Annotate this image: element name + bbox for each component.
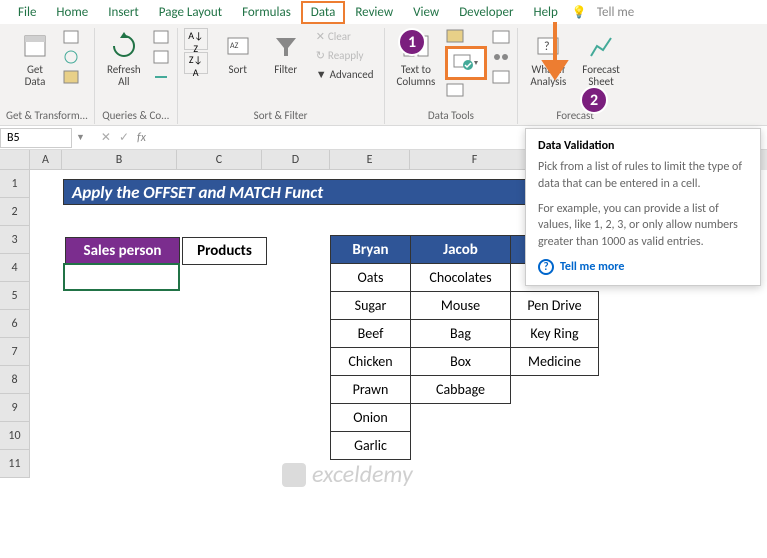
- queries-icon[interactable]: [151, 28, 171, 46]
- sort-za-icon[interactable]: Z↓A: [184, 52, 208, 74]
- cell[interactable]: Cabbage: [411, 376, 511, 404]
- watermark: exceldemy: [280, 460, 413, 489]
- callout-1: 1: [398, 28, 426, 56]
- group-label: Sort & Filter: [254, 109, 308, 124]
- callout-2: 2: [580, 86, 608, 114]
- group-label: Get & Transform...: [6, 109, 88, 124]
- clear-button[interactable]: ✕Clear: [312, 28, 378, 45]
- menu-insert[interactable]: Insert: [98, 1, 149, 24]
- enter-icon: ✓: [119, 130, 129, 145]
- cell[interactable]: [511, 404, 599, 432]
- cell[interactable]: Pen Drive: [511, 292, 599, 320]
- row-head[interactable]: 11: [0, 450, 30, 478]
- cell[interactable]: Mouse: [411, 292, 511, 320]
- arrow-icon: [540, 22, 570, 92]
- from-web-icon[interactable]: [61, 48, 81, 66]
- sort-az-icon[interactable]: A↓Z: [184, 28, 208, 50]
- reapply-button[interactable]: ↻Reapply: [312, 47, 378, 64]
- col-head[interactable]: A: [30, 150, 62, 170]
- row-head[interactable]: 9: [0, 394, 30, 422]
- group-label: Queries & Co...: [102, 109, 169, 124]
- row-head[interactable]: 3: [0, 226, 30, 254]
- cell[interactable]: Bag: [411, 320, 511, 348]
- editlinks-icon[interactable]: [151, 68, 171, 86]
- data-validation-tooltip: Data Validation Pick from a list of rule…: [525, 128, 761, 286]
- cell[interactable]: Key Ring: [511, 320, 599, 348]
- menu-page-layout[interactable]: Page Layout: [149, 1, 232, 24]
- cell[interactable]: Box: [411, 348, 511, 376]
- help-icon: ?: [538, 259, 554, 275]
- row-head[interactable]: 5: [0, 282, 30, 310]
- selected-cell[interactable]: [63, 263, 180, 291]
- row-head[interactable]: 8: [0, 366, 30, 394]
- menu-home[interactable]: Home: [46, 1, 98, 24]
- tooltip-text: For example, you can provide a list of v…: [538, 201, 748, 251]
- col-head[interactable]: F: [410, 150, 540, 170]
- logo-icon: [280, 461, 308, 489]
- row-head[interactable]: 4: [0, 254, 30, 282]
- row-headers: 1 2 3 4 5 6 7 8 9 10 11: [0, 150, 30, 478]
- from-table-icon[interactable]: [61, 68, 81, 86]
- group-label: Data Tools: [428, 109, 474, 124]
- menu-data[interactable]: Data: [301, 1, 346, 24]
- col-head[interactable]: C: [177, 150, 262, 170]
- cell[interactable]: [511, 376, 599, 404]
- fx-icon[interactable]: fx: [137, 131, 146, 145]
- sort-button[interactable]: AZ Sort: [216, 28, 260, 78]
- col-head[interactable]: D: [262, 150, 330, 170]
- tooltip-title: Data Validation: [538, 139, 748, 153]
- tooltip-text: Pick from a list of rules to limit the t…: [538, 159, 748, 193]
- th-bryan: Bryan: [331, 236, 411, 264]
- cell[interactable]: Sugar: [331, 292, 411, 320]
- menu-help[interactable]: Help: [523, 1, 567, 24]
- cell[interactable]: Prawn: [331, 376, 411, 404]
- data-validation-button[interactable]: [445, 46, 487, 80]
- name-box[interactable]: B5: [0, 128, 72, 148]
- ribbon: Get Data Get & Transform... Refresh All …: [0, 24, 767, 126]
- svg-text:AZ: AZ: [230, 41, 239, 51]
- advanced-button[interactable]: ▼Advanced: [312, 66, 378, 83]
- menu-review[interactable]: Review: [345, 1, 403, 24]
- tell-me[interactable]: Tell me: [587, 1, 644, 24]
- menu-developer[interactable]: Developer: [449, 1, 523, 24]
- row-head[interactable]: 6: [0, 310, 30, 338]
- cell[interactable]: Medicine: [511, 348, 599, 376]
- forecast-sheet-button[interactable]: Forecast Sheet: [576, 28, 626, 90]
- flash-fill-icon[interactable]: [445, 28, 487, 44]
- cell[interactable]: Oats: [331, 264, 411, 292]
- header-salesperson: Sales person: [65, 237, 180, 265]
- cell[interactable]: Chicken: [331, 348, 411, 376]
- relationships-icon[interactable]: [491, 48, 511, 66]
- get-data-button[interactable]: Get Data: [13, 28, 57, 90]
- menu-file[interactable]: File: [8, 1, 46, 24]
- th-jacob: Jacob: [411, 236, 511, 264]
- cell[interactable]: [511, 432, 599, 460]
- cell[interactable]: Beef: [331, 320, 411, 348]
- tell-me-more-link[interactable]: ?Tell me more: [538, 259, 748, 275]
- consolidate-icon[interactable]: [445, 82, 487, 98]
- from-text-icon[interactable]: [61, 28, 81, 46]
- col-head[interactable]: E: [330, 150, 410, 170]
- cancel-icon: ✕: [101, 130, 111, 145]
- row-head[interactable]: 7: [0, 338, 30, 366]
- row-head[interactable]: 1: [0, 170, 30, 198]
- row-head[interactable]: 2: [0, 198, 30, 226]
- cell[interactable]: Onion: [331, 404, 411, 432]
- refresh-all-button[interactable]: Refresh All: [101, 28, 147, 90]
- cell[interactable]: [411, 404, 511, 432]
- menu-view[interactable]: View: [403, 1, 449, 24]
- properties-icon[interactable]: [151, 48, 171, 66]
- header-products: Products: [182, 237, 267, 265]
- data-model-icon[interactable]: [491, 68, 511, 86]
- cell[interactable]: Garlic: [331, 432, 411, 460]
- row-head[interactable]: 10: [0, 422, 30, 450]
- col-head[interactable]: B: [62, 150, 177, 170]
- filter-button[interactable]: Filter: [264, 28, 308, 78]
- menu-formulas[interactable]: Formulas: [232, 1, 301, 24]
- cell[interactable]: Chocolates: [411, 264, 511, 292]
- bulb-icon: 💡: [572, 5, 587, 20]
- cell[interactable]: [411, 432, 511, 460]
- menu-bar: File Home Insert Page Layout Formulas Da…: [0, 0, 767, 24]
- remove-dup-icon[interactable]: [491, 28, 511, 46]
